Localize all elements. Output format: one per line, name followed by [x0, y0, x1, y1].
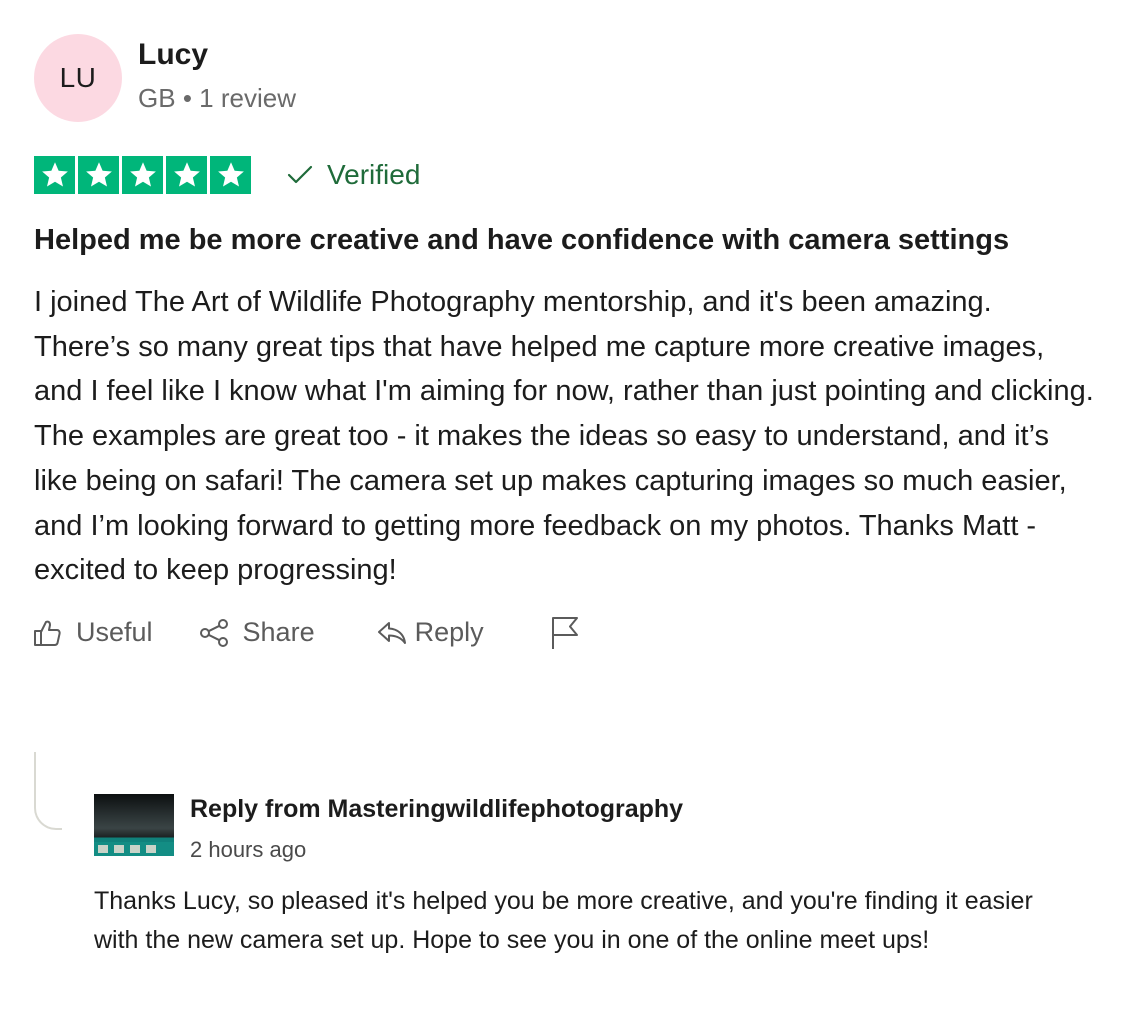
star-icon	[166, 156, 207, 194]
star-icon	[210, 156, 251, 194]
verified-badge[interactable]: Verified	[287, 159, 420, 191]
logo-thumb	[98, 845, 108, 853]
star-icon	[78, 156, 119, 194]
star-icon	[34, 156, 75, 194]
reply-connector-line	[34, 752, 62, 830]
review-actions: Useful Share Reply	[34, 613, 1100, 653]
reply-date: 2 hours ago	[190, 837, 307, 862]
star-icon	[122, 156, 163, 194]
review-text: I joined The Art of Wildlife Photography…	[34, 286, 1094, 587]
consumer-header: LU Lucy GB • 1 review	[34, 34, 1100, 124]
meta-separator: •	[182, 83, 192, 113]
reply-button[interactable]: Reply	[377, 617, 484, 648]
logo-thumb	[114, 845, 124, 853]
report-button[interactable]	[550, 616, 594, 650]
reply-from[interactable]: Reply from Masteringwildlifephotography	[190, 794, 683, 824]
consumer-review-count: 1 review	[199, 83, 296, 113]
avatar[interactable]: LU	[34, 34, 122, 122]
share-icon	[199, 618, 229, 648]
rating-row: Verified	[34, 156, 1100, 194]
checkmark-icon	[287, 165, 313, 185]
logo-thumb	[130, 845, 140, 853]
consumer-meta: GB • 1 review	[138, 80, 296, 116]
logo-thumb	[146, 845, 156, 853]
useful-label: Useful	[76, 617, 153, 648]
star-rating	[34, 156, 251, 194]
reply-arrow-icon	[377, 619, 407, 647]
reply-text: Thanks Lucy, so pleased it's helped you …	[94, 887, 1033, 954]
reply-header: Reply from Masteringwildlifephotography …	[94, 794, 683, 864]
verified-label: Verified	[327, 159, 421, 190]
consumer-info: Lucy GB • 1 review	[138, 34, 296, 116]
reply-meta: Reply from Masteringwildlifephotography …	[190, 794, 683, 864]
flag-icon	[550, 616, 580, 650]
useful-button[interactable]: Useful	[32, 617, 153, 648]
review-title[interactable]: Helped me be more creative and have conf…	[34, 220, 1100, 260]
reply-label: Reply	[414, 617, 484, 648]
thumbs-up-icon	[32, 618, 62, 648]
consumer-name[interactable]: Lucy	[138, 36, 296, 74]
consumer-country: GB	[138, 83, 176, 113]
company-logo[interactable]	[94, 794, 174, 856]
share-button[interactable]: Share	[199, 617, 315, 648]
review-card: LU Lucy GB • 1 review Verified Helped me…	[34, 34, 1100, 653]
share-label: Share	[242, 617, 315, 648]
